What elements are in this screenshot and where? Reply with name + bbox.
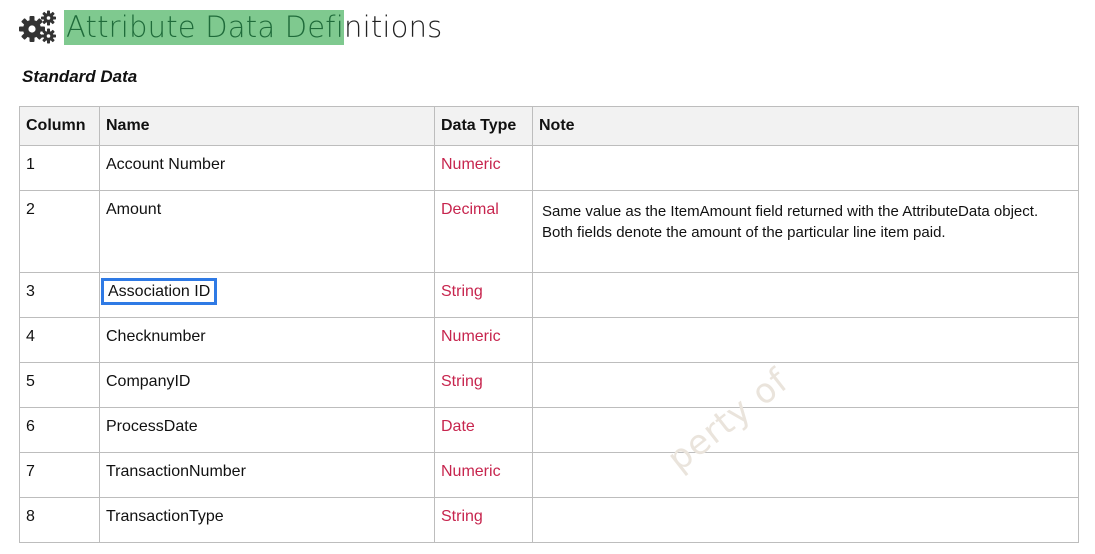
row-data-type: Numeric — [434, 317, 533, 363]
row-column-number: 4 — [19, 317, 100, 363]
table-row: 5 CompanyID String — [19, 362, 1079, 408]
table-row: 6 ProcessDate Date — [19, 407, 1079, 453]
row-data-type: String — [434, 272, 533, 318]
row-data-type: String — [434, 497, 533, 543]
row-note — [532, 497, 1079, 543]
row-data-type: Date — [434, 407, 533, 453]
table-row: 3 Association ID String — [19, 272, 1079, 318]
row-column-number: 1 — [19, 145, 100, 191]
row-column-number: 7 — [19, 452, 100, 498]
row-name-text[interactable]: CompanyID — [106, 373, 190, 390]
page-title: Attribute Data Definitions — [64, 8, 442, 46]
row-note — [532, 362, 1079, 408]
row-data-type: String — [434, 362, 533, 408]
row-column-number: 5 — [19, 362, 100, 408]
row-name-text[interactable]: TransactionNumber — [106, 463, 246, 480]
row-note: Same value as the ItemAmount field retur… — [532, 190, 1079, 273]
table-header-row: Column Name Data Type Note — [19, 106, 1079, 146]
page-title-highlighted: Attribute Data Defi — [64, 10, 344, 45]
row-name-text-selected[interactable]: Association ID — [100, 278, 218, 305]
table-row: 4 Checknumber Numeric — [19, 317, 1079, 363]
header-column: Column — [19, 106, 100, 146]
row-data-type: Numeric — [434, 452, 533, 498]
page-title-rest: nitions — [343, 10, 443, 44]
row-name: TransactionType — [99, 497, 435, 543]
table-row: 2 Amount Decimal Same value as the ItemA… — [19, 190, 1079, 273]
row-name-text[interactable]: Account Number — [106, 156, 225, 173]
row-name-text[interactable]: Checknumber — [106, 328, 206, 345]
row-column-number: 3 — [19, 272, 100, 318]
row-name: Association ID — [99, 272, 435, 318]
row-column-number: 6 — [19, 407, 100, 453]
section-heading: Standard Data — [22, 67, 138, 86]
row-note — [532, 452, 1079, 498]
row-note — [532, 407, 1079, 453]
row-name: ProcessDate — [99, 407, 435, 453]
table-row: 7 TransactionNumber Numeric — [19, 452, 1079, 498]
table-row: 8 TransactionType String — [19, 497, 1079, 543]
row-name: TransactionNumber — [99, 452, 435, 498]
row-column-number: 2 — [19, 190, 100, 273]
row-name: Amount — [99, 190, 435, 273]
row-name-text[interactable]: Amount — [106, 201, 161, 218]
row-data-type: Numeric — [434, 145, 533, 191]
row-name-text[interactable]: TransactionType — [106, 508, 224, 525]
header-data-type: Data Type — [434, 106, 533, 146]
row-note — [532, 272, 1079, 318]
attribute-definitions-table: Column Name Data Type Note 1 Account Num… — [19, 106, 1079, 543]
gears-icon — [19, 10, 56, 44]
page-header: Attribute Data Definitions — [18, 6, 442, 48]
header-name: Name — [99, 106, 435, 146]
row-name-text[interactable]: ProcessDate — [106, 418, 198, 435]
header-note: Note — [532, 106, 1079, 146]
row-note — [532, 145, 1079, 191]
row-data-type: Decimal — [434, 190, 533, 273]
row-name: Account Number — [99, 145, 435, 191]
table-row: 1 Account Number Numeric — [19, 145, 1079, 191]
row-column-number: 8 — [19, 497, 100, 543]
row-name: CompanyID — [99, 362, 435, 408]
row-note — [532, 317, 1079, 363]
row-name: Checknumber — [99, 317, 435, 363]
